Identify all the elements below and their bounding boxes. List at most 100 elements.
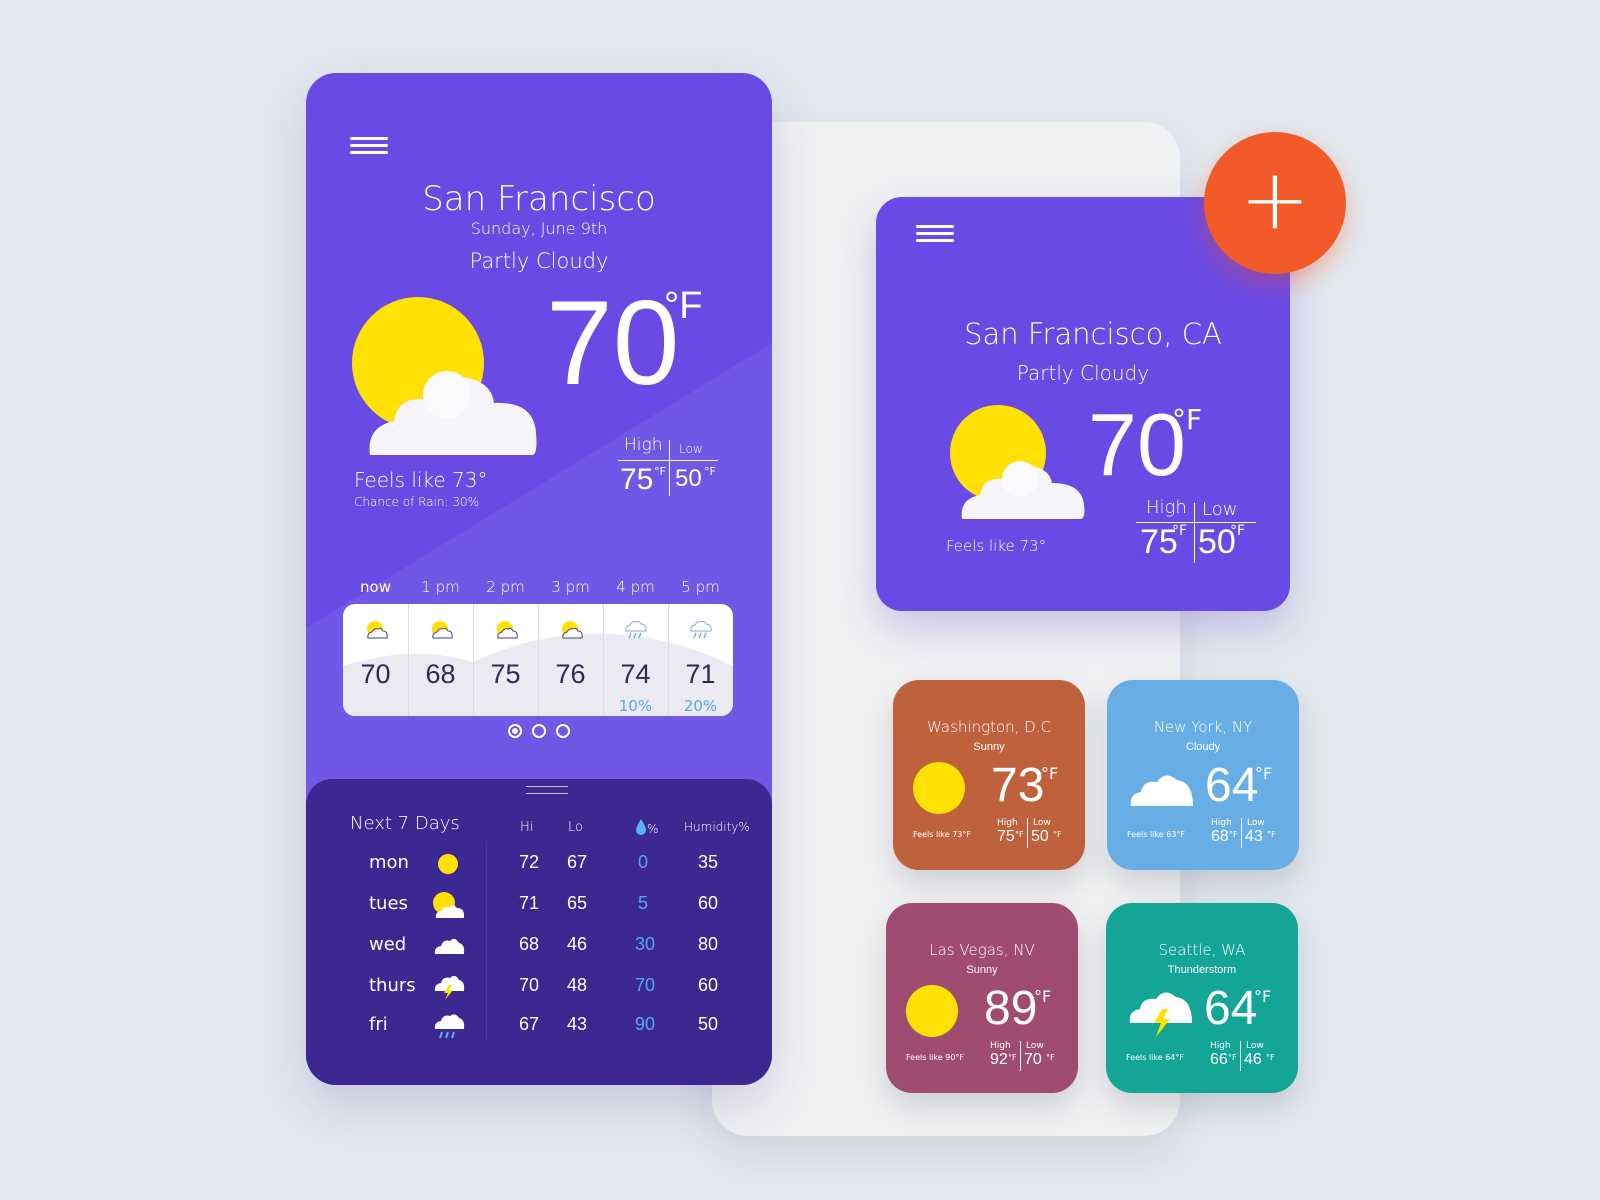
page-dot[interactable] bbox=[532, 724, 546, 738]
mini-low-label: Low bbox=[1247, 818, 1265, 828]
hour-label: now bbox=[360, 578, 391, 596]
drag-handle[interactable] bbox=[526, 786, 568, 794]
mini-unit: °F bbox=[1255, 764, 1273, 783]
mini-low-label: Low bbox=[1026, 1041, 1044, 1051]
page-indicator[interactable] bbox=[306, 723, 772, 742]
hour-label: 3 pm bbox=[551, 578, 590, 596]
divider bbox=[669, 440, 670, 496]
divider bbox=[1241, 818, 1242, 848]
day-row[interactable]: fri 67 43 90 50 bbox=[306, 1014, 772, 1050]
mini-low-label: Low bbox=[1246, 1041, 1264, 1051]
mini-high: 66 bbox=[1210, 1051, 1228, 1068]
mini-temp: 89 bbox=[984, 982, 1038, 1035]
condition-label: Partly Cloudy bbox=[469, 249, 609, 273]
rain-icon bbox=[690, 620, 712, 639]
sun-icon bbox=[438, 854, 458, 874]
day-hi: 72 bbox=[519, 852, 540, 872]
day-humidity: 50 bbox=[698, 1014, 719, 1034]
widget-low-label: Low bbox=[1202, 499, 1238, 520]
mini-unit-small: °F bbox=[1046, 1053, 1055, 1062]
mini-temp: 64 bbox=[1204, 982, 1258, 1035]
feels-like: Feels like 73° bbox=[354, 468, 488, 492]
thunderstorm-icon bbox=[1129, 992, 1192, 1037]
mini-condition: Cloudy bbox=[1185, 741, 1221, 753]
mini-unit-small: °F bbox=[1008, 1053, 1017, 1062]
mini-unit-small: °F bbox=[1267, 830, 1276, 839]
page-dot[interactable] bbox=[508, 724, 522, 738]
day-lo: 43 bbox=[567, 1014, 588, 1034]
mini-city: Washington, D.C bbox=[927, 718, 1051, 736]
day-humidity: 35 bbox=[698, 852, 719, 872]
widget-city: San Francisco, CA bbox=[964, 317, 1222, 351]
divider bbox=[618, 460, 718, 461]
hour-temp: 74 bbox=[620, 659, 651, 689]
next-7-days-panel[interactable]: Next 7 Days Hi Lo % Humidity% mon 72 67 … bbox=[306, 779, 772, 1085]
partly-cloudy-icon bbox=[433, 892, 465, 918]
temperature-unit: °F bbox=[664, 285, 703, 327]
day-name: thurs bbox=[369, 975, 416, 996]
day-hi: 67 bbox=[519, 1014, 540, 1034]
high-label: High bbox=[624, 435, 663, 455]
mini-feels: Feels like 64°F bbox=[1126, 1053, 1184, 1062]
hour-item[interactable]: 68 bbox=[408, 604, 473, 716]
divider bbox=[1027, 818, 1028, 848]
day-name: mon bbox=[369, 852, 409, 873]
rain-icon bbox=[434, 1014, 465, 1039]
high-unit: °F bbox=[654, 465, 666, 478]
hour-temp: 71 bbox=[685, 659, 716, 689]
week-title: Next 7 Days bbox=[350, 813, 460, 834]
hour-item[interactable]: 74 10% bbox=[603, 604, 668, 716]
day-row[interactable]: tues 71 65 5 60 bbox=[306, 892, 772, 929]
high-temp: 75 bbox=[620, 463, 654, 496]
widget-card[interactable]: San Francisco, CA Partly Cloudy 70 °F Fe… bbox=[876, 197, 1290, 611]
hour-rain: 20% bbox=[683, 697, 718, 715]
mini-unit: °F bbox=[1041, 764, 1059, 783]
mini-unit-small: °F bbox=[1266, 1053, 1275, 1062]
mini-feels: Feels like 90°F bbox=[906, 1053, 964, 1062]
mini-city: Las Vegas, NV bbox=[929, 941, 1035, 959]
mini-unit: °F bbox=[1254, 987, 1272, 1006]
hour-item[interactable]: 71 20% bbox=[668, 604, 733, 716]
mini-low: 70 bbox=[1024, 1051, 1042, 1068]
hour-item[interactable]: 76 bbox=[538, 604, 603, 716]
city-card-las-vegas[interactable]: Las Vegas, NV Sunny 89 °F Feels like 90°… bbox=[886, 903, 1078, 1093]
mini-low: 43 bbox=[1245, 828, 1263, 845]
add-city-button[interactable]: + bbox=[1204, 132, 1346, 274]
hour-item[interactable]: 75 bbox=[473, 604, 538, 716]
day-row[interactable]: thurs 70 48 70 60 bbox=[306, 975, 772, 1011]
date-label: Sunday, June 9th bbox=[470, 219, 608, 238]
day-rain: 30 bbox=[635, 934, 656, 954]
widget-condition: Partly Cloudy bbox=[1016, 361, 1150, 385]
hour-label: 1 pm bbox=[421, 578, 460, 596]
mini-high-label: High bbox=[1211, 818, 1232, 828]
day-row[interactable]: mon 72 67 0 35 bbox=[306, 852, 772, 888]
day-hi: 71 bbox=[519, 893, 540, 913]
city-card-seattle[interactable]: Seattle, WA Thunderstorm 64 °F Feels lik… bbox=[1106, 903, 1298, 1093]
partly-cloudy-icon bbox=[950, 405, 1085, 519]
hour-label: 5 pm bbox=[681, 578, 720, 596]
current-temperature: 70 bbox=[546, 276, 680, 410]
hourly-forecast[interactable]: 70 68 75 76 74 10% 71 20% bbox=[343, 604, 733, 716]
day-name: fri bbox=[369, 1014, 388, 1035]
partly-cloudy-icon bbox=[352, 297, 537, 455]
city-card-washington[interactable]: Washington, D.C Sunny 73 °F Feels like 7… bbox=[893, 680, 1085, 870]
hour-labels: now 1 pm 2 pm 3 pm 4 pm 5 pm bbox=[343, 578, 733, 598]
partly-cloudy-icon bbox=[367, 621, 388, 639]
thunderstorm-icon bbox=[434, 975, 465, 1000]
day-row[interactable]: wed 68 46 30 80 bbox=[306, 934, 772, 970]
rain-icon bbox=[625, 620, 647, 639]
hour-item[interactable]: 70 bbox=[343, 604, 408, 716]
chance-of-rain: Chance of Rain: 30% bbox=[354, 495, 480, 509]
menu-icon[interactable] bbox=[350, 137, 388, 158]
mini-low: 50 bbox=[1031, 828, 1049, 845]
day-humidity: 60 bbox=[698, 893, 719, 913]
sun-icon bbox=[913, 762, 965, 814]
hour-temp: 70 bbox=[360, 659, 391, 689]
widget-high-label: High bbox=[1146, 497, 1187, 518]
mini-city: New York, NY bbox=[1153, 718, 1253, 736]
city-card-new-york[interactable]: New York, NY Cloudy 64 °F Feels like 63°… bbox=[1107, 680, 1299, 870]
menu-icon[interactable] bbox=[916, 225, 954, 246]
mini-unit-small: °F bbox=[1053, 830, 1062, 839]
page-dot[interactable] bbox=[556, 724, 570, 738]
widget-unit: °F bbox=[1172, 403, 1203, 436]
